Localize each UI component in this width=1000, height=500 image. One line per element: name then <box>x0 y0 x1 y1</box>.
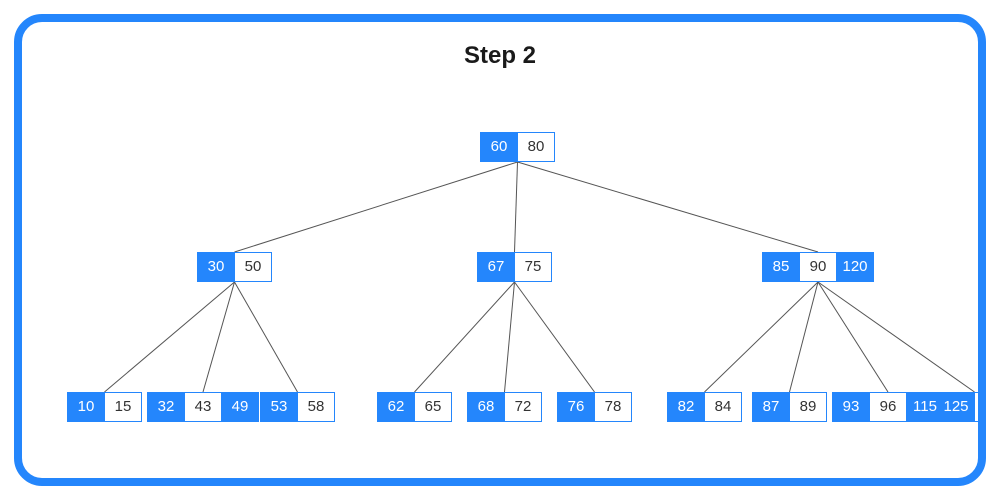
tree-node-key: 90 <box>800 253 837 281</box>
tree-node-key: 53 <box>261 393 298 421</box>
tree-node-key: 87 <box>753 393 790 421</box>
tree-node: 6080 <box>480 132 555 162</box>
tree-node-key: 67 <box>478 253 515 281</box>
tree-node-key: 78 <box>595 393 631 421</box>
tree-node: 1015 <box>67 392 142 422</box>
tree-node: 8590120 <box>762 252 874 282</box>
tree-node-key: 125 <box>938 393 975 421</box>
diagram-card: Step 2 6080 3050 6775 8590120 10153243495358… <box>14 14 986 486</box>
tree-node-key: 49 <box>222 393 258 421</box>
tree-node: 5358 <box>260 392 335 422</box>
tree-node-key: 84 <box>705 393 741 421</box>
step-title: Step 2 <box>22 42 978 70</box>
tree-node-key: 75 <box>515 253 551 281</box>
tree-node: 6775 <box>477 252 552 282</box>
tree-node-key: 43 <box>185 393 222 421</box>
tree-node-key: 82 <box>668 393 705 421</box>
tree-node-key: 30 <box>198 253 235 281</box>
tree-node: 7678 <box>557 392 632 422</box>
tree-node-key: 93 <box>833 393 870 421</box>
tree-node-key: 10 <box>68 393 105 421</box>
tree-node-key: 62 <box>378 393 415 421</box>
tree-node-key: 120 <box>837 253 873 281</box>
tree-node: 8284 <box>667 392 742 422</box>
tree-node-key: 58 <box>298 393 334 421</box>
tree-node-key: 32 <box>148 393 185 421</box>
tree-node: 6872 <box>467 392 542 422</box>
tree-node-key: 141 <box>975 393 986 421</box>
tree-node-key: 50 <box>235 253 271 281</box>
tree-node-key: 80 <box>518 133 554 161</box>
tree-node-key: 65 <box>415 393 451 421</box>
tree-node-key: 89 <box>790 393 826 421</box>
tree-node: 125141 <box>937 392 986 422</box>
tree-node: 324349 <box>147 392 259 422</box>
tree-node-key: 96 <box>870 393 907 421</box>
tree-node-key: 72 <box>505 393 541 421</box>
tree-node: 8789 <box>752 392 827 422</box>
tree-node-key: 60 <box>481 133 518 161</box>
tree-node: 3050 <box>197 252 272 282</box>
tree-node-key: 15 <box>105 393 141 421</box>
tree-node: 9396115 <box>832 392 944 422</box>
tree-node-key: 68 <box>468 393 505 421</box>
tree-node: 6265 <box>377 392 452 422</box>
tree-node-key: 85 <box>763 253 800 281</box>
tree-node-key: 76 <box>558 393 595 421</box>
